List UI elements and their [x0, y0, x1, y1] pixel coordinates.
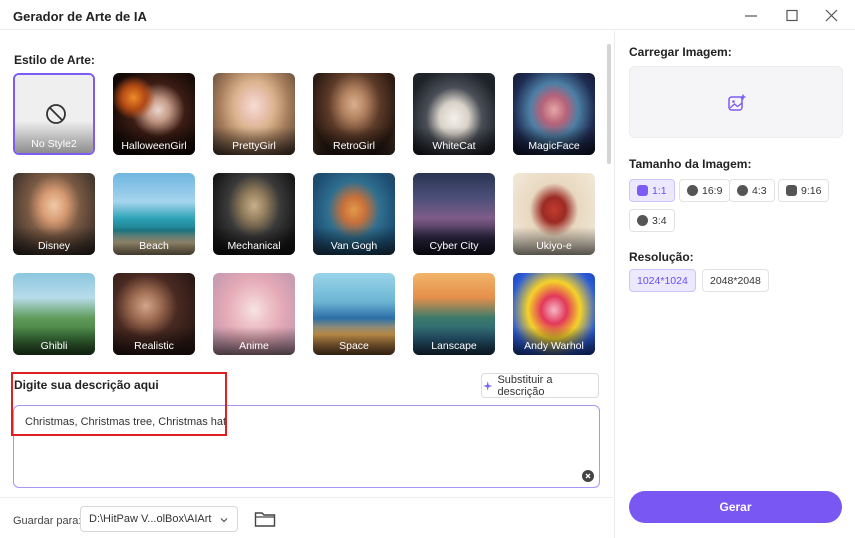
replace-description-label: Substituir a descrição	[497, 373, 553, 398]
art-style-label: Estilo de Arte:	[14, 53, 95, 67]
style-tile-caption: Andy Warhol	[524, 340, 584, 352]
style-tile-cyber-city[interactable]: Cyber City	[413, 173, 495, 255]
size-option-9-16[interactable]: 9:16	[778, 179, 830, 202]
instagram-icon	[637, 185, 648, 196]
style-tile-caption: MagicFace	[528, 140, 580, 152]
size-option-16-9[interactable]: 16:9	[679, 179, 731, 202]
sparkle-icon	[482, 380, 493, 391]
style-tile-retrogirl[interactable]: RetroGirl	[313, 73, 395, 155]
style-tile-caption: Cyber City	[429, 240, 479, 252]
close-button[interactable]	[821, 6, 841, 26]
upload-image-label: Carregar Imagem:	[629, 45, 732, 59]
style-tile-van-gogh[interactable]: Van Gogh	[313, 173, 395, 255]
style-tile-ghibli[interactable]: Ghibli	[13, 273, 95, 355]
resolution-option-label: 2048*2048	[710, 274, 761, 287]
footer-bar: Guardar para: D:\HitPaw V...olBox\AIArt	[0, 497, 613, 538]
add-image-icon	[728, 94, 746, 111]
style-tile-lanscape[interactable]: Lanscape	[413, 273, 495, 355]
app-title: Gerador de Arte de IA	[13, 9, 147, 24]
style-tile-caption: Mechanical	[227, 240, 281, 252]
description-label: Digite sua descrição aqui	[14, 378, 159, 392]
style-tile-caption: Disney	[37, 240, 71, 252]
size-option-label: 4:3	[752, 184, 767, 197]
upload-image-dropzone[interactable]	[629, 66, 843, 138]
size-option-label: 3:4	[652, 214, 667, 227]
image-size-label: Tamanho da Imagem:	[629, 157, 752, 171]
style-tile-caption: HalloweenGirl	[121, 140, 187, 152]
twitter-icon	[637, 215, 648, 226]
description-input[interactable]: Christmas, Christmas tree, Christmas hat	[13, 405, 600, 488]
style-tile-whitecat[interactable]: WhiteCat	[413, 73, 495, 155]
style-tile-caption: No Style2	[31, 138, 77, 150]
style-tile-caption: Space	[339, 340, 369, 352]
twitter-icon	[737, 185, 748, 196]
style-tile-halloweengirl[interactable]: HalloweenGirl	[113, 73, 195, 155]
style-tile-caption: PrettyGirl	[232, 140, 276, 152]
size-option-label: 1:1	[652, 184, 667, 197]
resolution-label: Resolução:	[629, 250, 694, 264]
save-path-select[interactable]: D:\HitPaw V...olBox\AIArt	[80, 506, 238, 532]
style-tile-caption: Ukiyo-e	[536, 240, 572, 252]
style-grid-scrollbar[interactable]	[607, 44, 611, 164]
style-tile-ukiyo-e[interactable]: Ukiyo-e	[513, 173, 595, 255]
style-tile-caption: Lanscape	[431, 340, 477, 352]
style-tile-caption: RetroGirl	[332, 140, 375, 152]
style-tile-disney[interactable]: Disney	[13, 173, 95, 255]
instagram-icon	[786, 185, 797, 196]
replace-description-button[interactable]: Substituir a descrição	[481, 373, 599, 398]
style-tile-space[interactable]: Space	[313, 273, 395, 355]
chevron-down-icon	[220, 518, 228, 523]
facebook-icon	[687, 185, 698, 196]
description-text: Christmas, Christmas tree, Christmas hat	[25, 416, 227, 428]
generate-button[interactable]: Gerar	[629, 491, 842, 523]
style-tile-magicface[interactable]: MagicFace	[513, 73, 595, 155]
style-tile-no-style2[interactable]: No Style2	[13, 73, 95, 155]
style-tile-prettygirl[interactable]: PrettyGirl	[213, 73, 295, 155]
style-tile-caption: WhiteCat	[432, 140, 476, 152]
save-to-label: Guardar para:	[13, 515, 82, 527]
style-tile-beach[interactable]: Beach	[113, 173, 195, 255]
minimize-button[interactable]	[741, 6, 761, 26]
style-tile-caption: Van Gogh	[330, 240, 378, 252]
style-grid: No Style2 HalloweenGirl PrettyGirl Retro…	[13, 73, 600, 356]
resolution-option-1024[interactable]: 1024*1024	[629, 269, 696, 292]
title-bar: Gerador de Arte de IA	[0, 0, 855, 30]
maximize-button[interactable]	[782, 6, 802, 26]
resolution-option-2048[interactable]: 2048*2048	[702, 269, 769, 292]
save-path-value: D:\HitPaw V...olBox\AIArt	[89, 513, 212, 525]
style-tile-andy-warhol[interactable]: Andy Warhol	[513, 273, 595, 355]
size-option-4-3[interactable]: 4:3	[729, 179, 775, 202]
style-tile-caption: Ghibli	[40, 340, 68, 352]
size-option-3-4[interactable]: 3:4	[629, 209, 675, 232]
style-tile-realistic[interactable]: Realistic	[113, 273, 195, 355]
right-panel: Carregar Imagem: Tamanho da Imagem: 1:1 …	[614, 31, 855, 538]
folder-icon[interactable]	[254, 510, 276, 528]
style-tile-caption: Beach	[139, 240, 169, 252]
style-tile-caption: Anime	[239, 340, 269, 352]
size-option-label: 9:16	[801, 184, 822, 197]
clear-icon[interactable]	[582, 470, 594, 482]
style-tile-anime[interactable]: Anime	[213, 273, 295, 355]
style-tile-mechanical[interactable]: Mechanical	[213, 173, 295, 255]
style-tile-caption: Realistic	[134, 340, 174, 352]
size-option-label: 16:9	[702, 184, 723, 197]
resolution-option-label: 1024*1024	[637, 274, 688, 287]
size-option-1-1[interactable]: 1:1	[629, 179, 675, 202]
